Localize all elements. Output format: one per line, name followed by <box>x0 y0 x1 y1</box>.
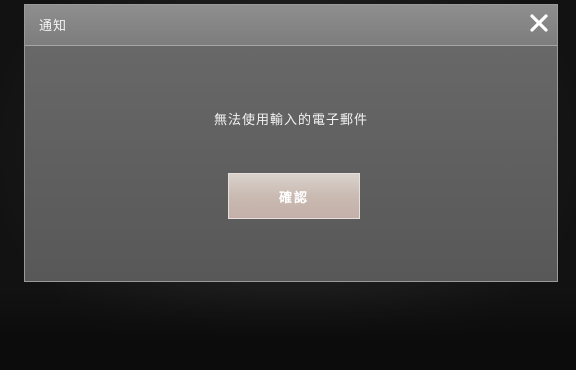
confirm-button[interactable]: 確認 <box>228 173 360 219</box>
device-screen: 通知 無法使用輸入的電子郵件 確認 <box>0 0 576 370</box>
screen-bezel <box>0 290 576 370</box>
close-icon[interactable] <box>527 11 551 35</box>
close-icon-glyph <box>530 14 548 32</box>
dialog-message: 無法使用輸入的電子郵件 <box>213 113 368 128</box>
notification-dialog: 通知 無法使用輸入的電子郵件 確認 <box>24 4 558 282</box>
dialog-title: 通知 <box>39 19 68 34</box>
dialog-titlebar: 通知 <box>25 5 557 46</box>
